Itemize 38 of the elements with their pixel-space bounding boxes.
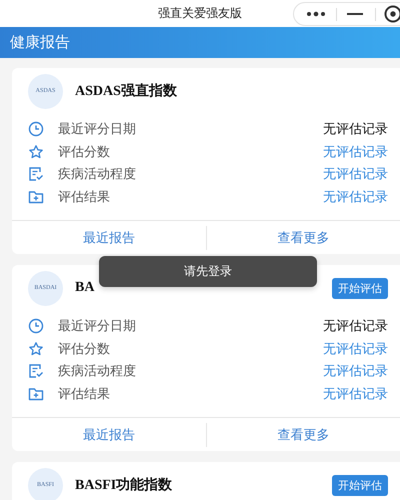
card-title: ASDAS强直指数	[75, 82, 178, 100]
folder-icon	[28, 386, 44, 402]
folder-icon	[28, 188, 44, 205]
start-button[interactable]: 开始评估	[332, 278, 388, 298]
row-value[interactable]: 无评估记录	[323, 165, 388, 184]
card-title: BASFI功能指数	[75, 476, 174, 494]
row-label: 评估结果	[58, 386, 111, 403]
row-value[interactable]: 无评估记录	[323, 340, 388, 358]
clock-icon	[28, 121, 44, 138]
row-label: 最近评分日期	[58, 318, 137, 336]
more-icon[interactable]	[306, 11, 326, 17]
star-icon	[28, 144, 44, 160]
row-label: 疾病活动程度	[58, 166, 137, 184]
window-title: 强直关爱强友版	[158, 5, 242, 22]
row-value[interactable]: 无评估记录	[323, 384, 388, 403]
start-button[interactable]: 开始评估	[332, 474, 388, 496]
row-value[interactable]: 无评估记录	[323, 142, 388, 161]
page-title: 健康报告	[10, 33, 70, 52]
row-label: 评估分数	[58, 144, 111, 161]
card-title: BA	[75, 280, 96, 296]
row-label: 最近评分日期	[58, 121, 137, 138]
report-icon	[28, 363, 44, 380]
star-icon	[28, 340, 44, 357]
row-label: 评估结果	[58, 188, 111, 206]
row-label: 评估分数	[58, 340, 111, 358]
card-link[interactable]: 查看更多	[206, 418, 400, 452]
card-link[interactable]: 查看更多	[206, 220, 400, 254]
row-value: 无评估记录	[323, 121, 388, 138]
minimize-icon[interactable]	[347, 12, 363, 16]
clock-icon	[28, 318, 44, 334]
row-label: 疾病活动程度	[58, 363, 137, 380]
card-link[interactable]: 最近报告	[12, 220, 206, 254]
card-link[interactable]: 最近报告	[12, 418, 206, 452]
row-value[interactable]: 无评估记录	[323, 362, 388, 380]
row-value: 无评估记录	[323, 318, 388, 336]
report-icon	[28, 166, 44, 182]
toast-message: 请先登录	[184, 263, 232, 280]
row-value[interactable]: 无评估记录	[323, 188, 388, 206]
